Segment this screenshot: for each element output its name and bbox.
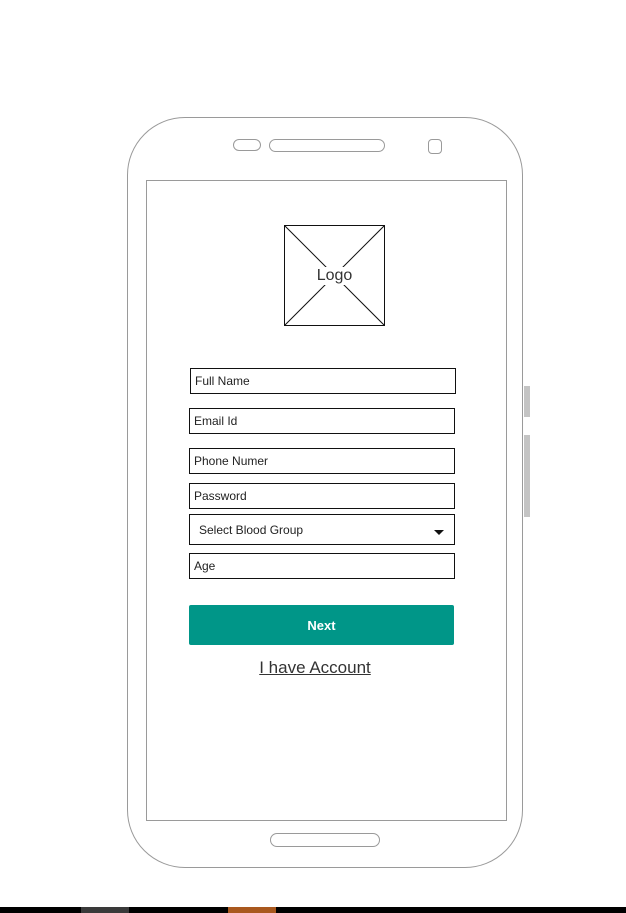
next-button[interactable]: Next xyxy=(189,605,454,645)
age-input[interactable]: Age xyxy=(189,553,455,579)
phone-number-placeholder: Phone Numer xyxy=(194,454,269,468)
full-name-placeholder: Full Name xyxy=(195,374,250,388)
blood-group-select[interactable]: Select Blood Group xyxy=(189,514,455,545)
phone-camera xyxy=(428,139,442,154)
full-name-input[interactable]: Full Name xyxy=(190,368,456,394)
chevron-down-icon xyxy=(434,530,444,535)
phone-sensor xyxy=(233,139,261,151)
phone-side-button-top xyxy=(524,386,530,417)
email-placeholder: Email Id xyxy=(194,414,238,428)
phone-speaker xyxy=(269,139,385,152)
taskbar-item[interactable] xyxy=(81,907,129,913)
email-input[interactable]: Email Id xyxy=(189,408,455,434)
taskbar xyxy=(0,907,626,913)
password-placeholder: Password xyxy=(194,489,247,503)
password-input[interactable]: Password xyxy=(189,483,455,509)
age-placeholder: Age xyxy=(194,559,216,573)
phone-number-input[interactable]: Phone Numer xyxy=(189,448,455,474)
logo-placeholder: Logo xyxy=(284,225,385,326)
phone-home-button xyxy=(270,833,380,847)
have-account-link[interactable]: I have Account xyxy=(189,658,441,678)
logo-label: Logo xyxy=(315,266,354,285)
taskbar-item-active[interactable] xyxy=(228,907,276,913)
phone-side-button-bottom xyxy=(524,435,530,517)
blood-group-selected: Select Blood Group xyxy=(199,522,304,537)
